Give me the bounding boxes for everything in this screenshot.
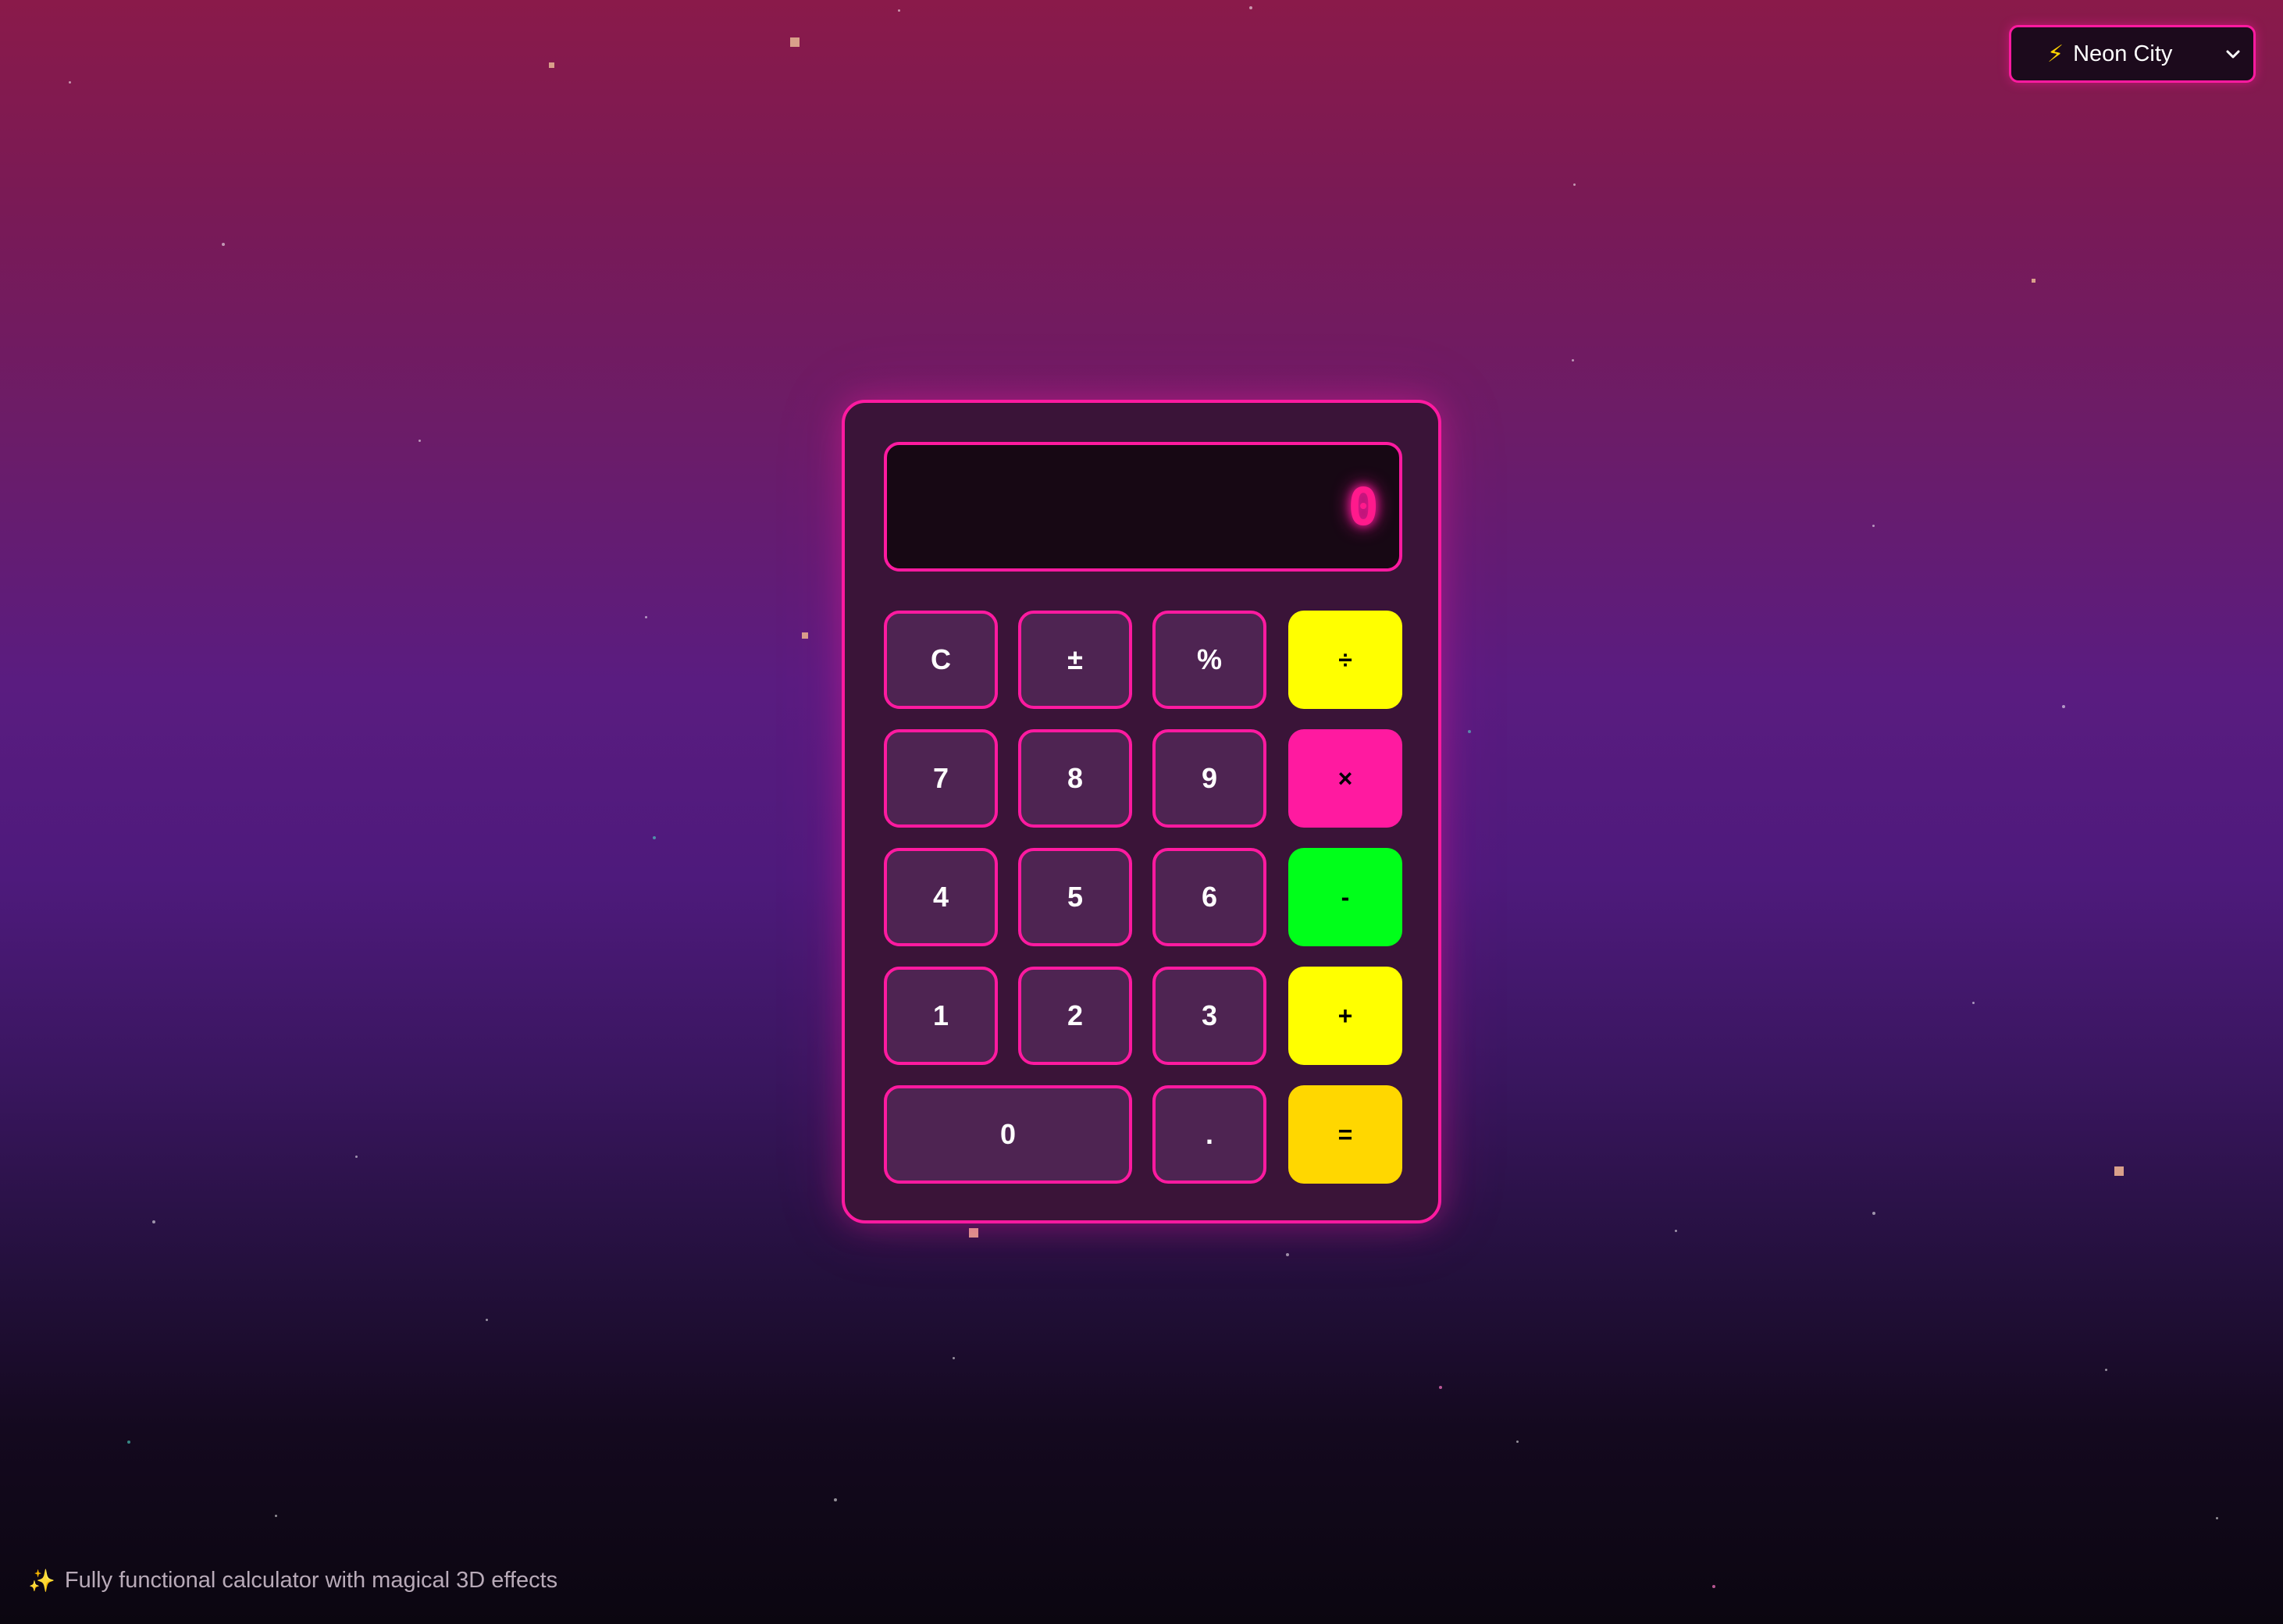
digit-4-button[interactable]: 4 <box>884 848 998 946</box>
multiply-button[interactable]: × <box>1288 729 1402 828</box>
digit-6-button[interactable]: 6 <box>1152 848 1266 946</box>
decimal-button[interactable]: . <box>1152 1085 1266 1184</box>
theme-select-value: Neon City <box>2073 41 2173 66</box>
digit-0-button[interactable]: 0 <box>884 1085 1132 1184</box>
plus-minus-button[interactable]: ± <box>1018 611 1132 709</box>
footer-text: Fully functional calculator with magical… <box>64 1568 558 1593</box>
clear-button[interactable]: C <box>884 611 998 709</box>
display-value: 0 <box>1348 476 1379 537</box>
lightning-bolt-icon: ⚡ <box>2047 41 2064 67</box>
chevron-down-icon <box>2224 45 2242 70</box>
digit-2-button[interactable]: 2 <box>1018 967 1132 1065</box>
theme-select[interactable]: ⚡ Neon City <box>2009 25 2256 83</box>
percent-button[interactable]: % <box>1152 611 1266 709</box>
digit-9-button[interactable]: 9 <box>1152 729 1266 828</box>
sparkles-icon: ✨ <box>28 1569 55 1593</box>
equals-button[interactable]: = <box>1288 1085 1402 1184</box>
digit-7-button[interactable]: 7 <box>884 729 998 828</box>
divide-button[interactable]: ÷ <box>1288 611 1402 709</box>
digit-3-button[interactable]: 3 <box>1152 967 1266 1065</box>
footer-caption: ✨ Fully functional calculator with magic… <box>28 1568 557 1594</box>
digit-8-button[interactable]: 8 <box>1018 729 1132 828</box>
calculator: 0 C ± % ÷ 7 8 9 × 4 5 6 - 1 2 3 + 0 . = <box>842 400 1441 1223</box>
subtract-button[interactable]: - <box>1288 848 1402 946</box>
add-button[interactable]: + <box>1288 967 1402 1065</box>
digit-5-button[interactable]: 5 <box>1018 848 1132 946</box>
calculator-display: 0 <box>884 442 1402 572</box>
digit-1-button[interactable]: 1 <box>884 967 998 1065</box>
